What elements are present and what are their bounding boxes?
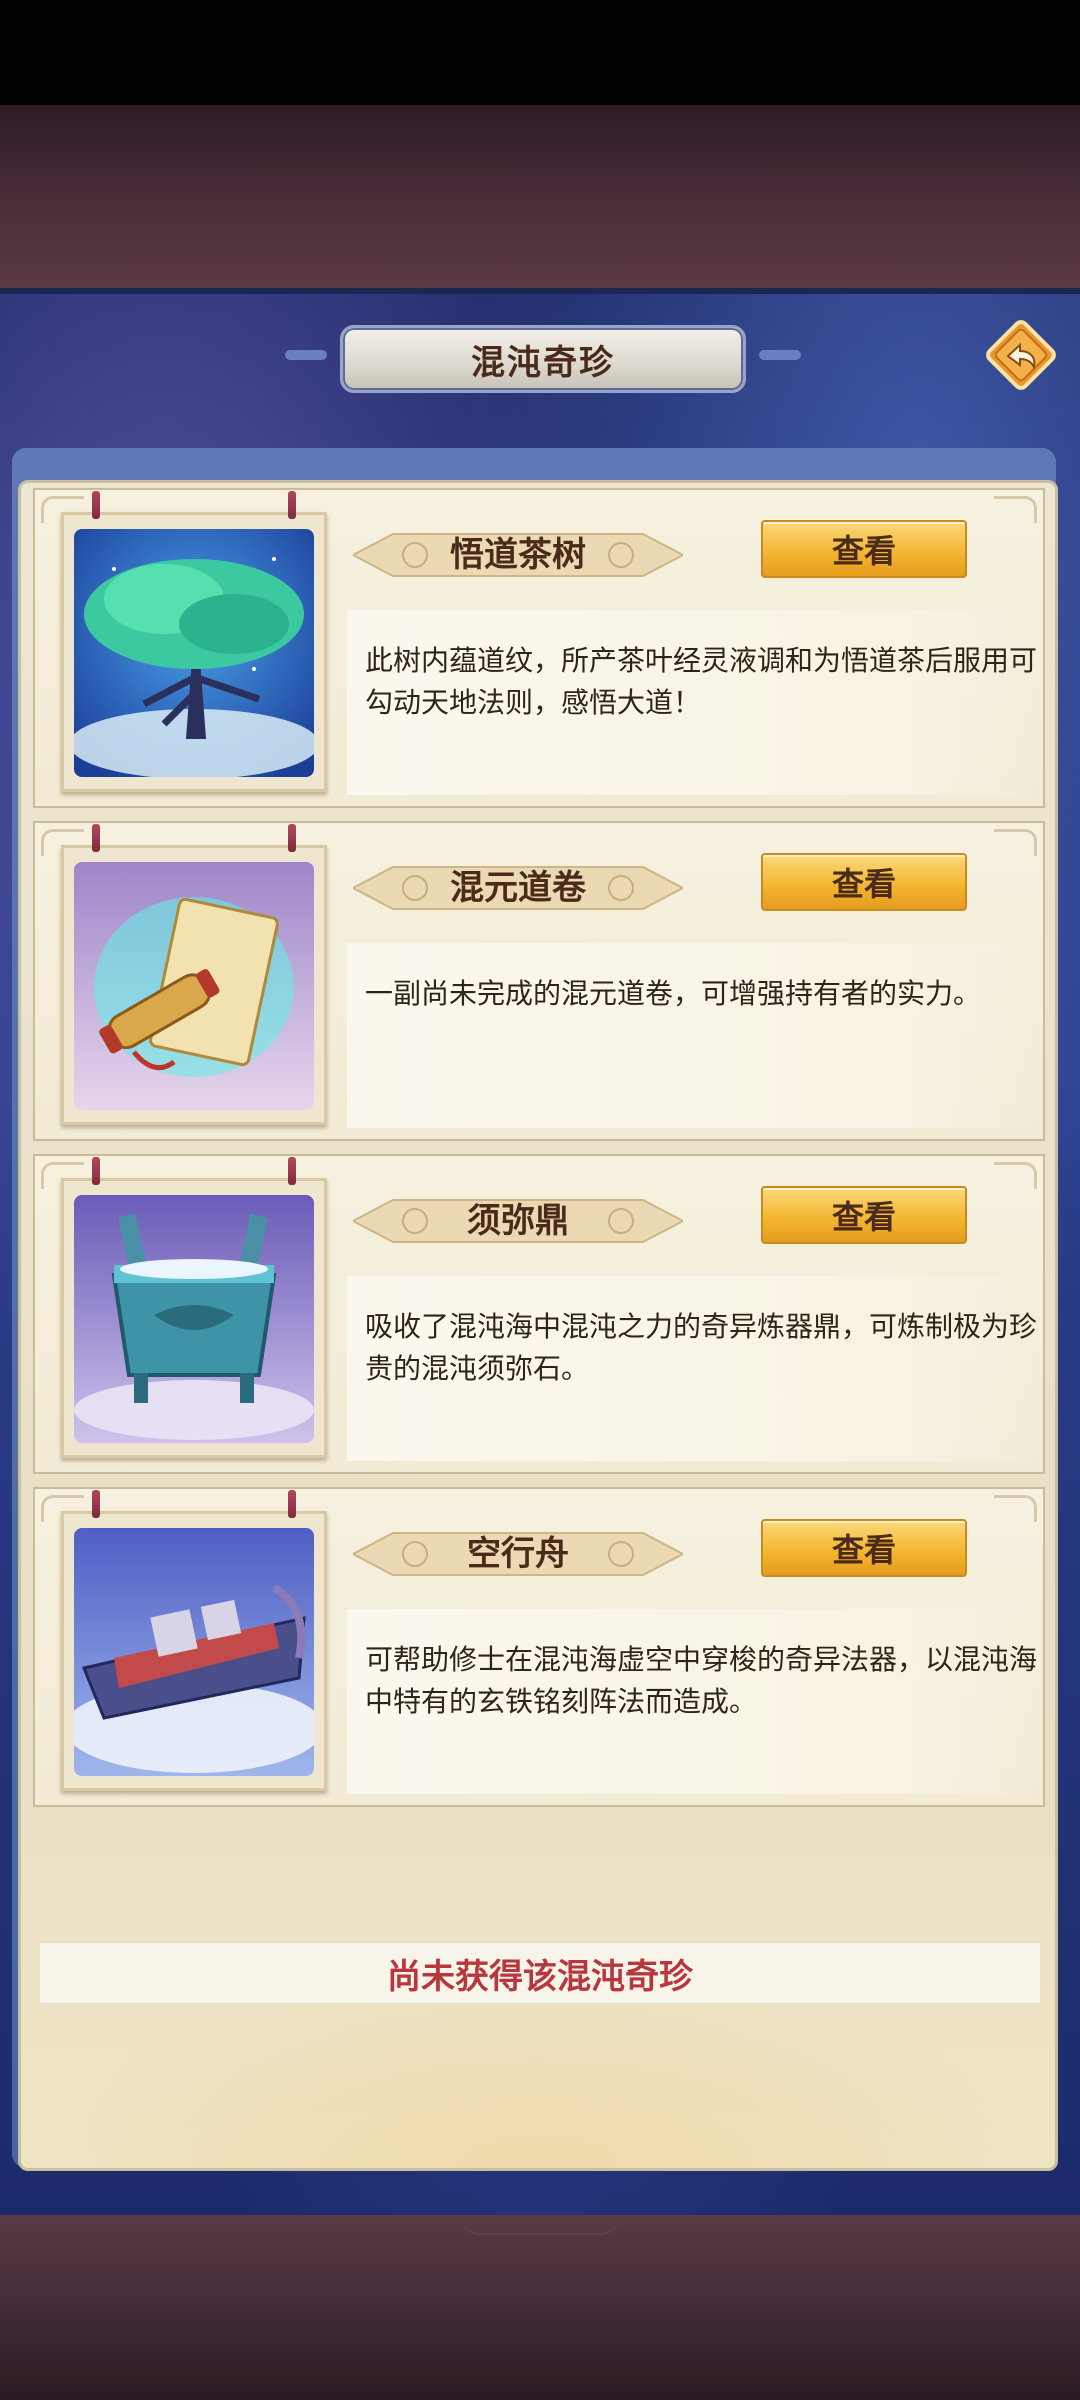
status-bar-area [0, 0, 1080, 105]
treasure-card-4: 空行舟 查看 可帮助修士在混沌海虚空中穿梭的奇异法器，以混沌海中特有的玄铁铭刻阵… [33, 1487, 1045, 1807]
treasure-name: 须弥鼎 [467, 1201, 569, 1241]
treasure-description: 此树内蕴道纹，所产茶叶经灵液调和为悟道茶后服用可勾动天地法则，感悟大道！ [365, 644, 1038, 719]
treasure-description: 吸收了混沌海中混沌之力的奇异炼器鼎，可炼制极为珍贵的混沌须弥石。 [365, 1310, 1038, 1385]
frame-pin [288, 824, 296, 852]
treasure-name: 混元道卷 [450, 868, 586, 908]
card-corner-ornament [994, 1495, 1037, 1522]
treasure-card-3: 须弥鼎 查看 吸收了混沌海中混沌之力的奇异炼器鼎，可炼制极为珍贵的混沌须弥石。 [33, 1154, 1045, 1474]
frame-pin [92, 1157, 100, 1185]
treasure-name: 悟道茶树 [450, 535, 586, 575]
treasure-card-2: 混元道卷 查看 一副尚未完成的混元道卷，可增强持有者的实力。 [33, 821, 1045, 1141]
treasure-name: 空行舟 [467, 1534, 569, 1574]
card-corner-ornament [994, 829, 1037, 856]
frame-pin [92, 1490, 100, 1518]
cauldron-image [74, 1195, 314, 1443]
not-obtained-notice: 尚未获得该混沌奇珍 [40, 1942, 1040, 2004]
stage-top-edge [0, 288, 1080, 294]
treasure-image-frame [61, 1157, 327, 1458]
card-corner-ornament [994, 1162, 1037, 1189]
frame-pin [288, 1490, 296, 1518]
treasure-card-1: 悟道茶树 查看 此树内蕴道纹，所产茶叶经灵液调和为悟道茶后服用可勾动天地法则，感… [33, 488, 1045, 808]
frame-pin [92, 491, 100, 519]
flying-boat-image [74, 1528, 314, 1776]
view-button[interactable]: 查看 [761, 853, 967, 911]
tea-tree-image [74, 529, 314, 777]
description-box [347, 943, 1041, 1128]
treasure-image-frame [61, 824, 327, 1125]
treasure-image-frame [61, 1490, 327, 1791]
title-plaque: 混沌奇珍 [285, 325, 801, 393]
scroll-image [74, 862, 314, 1110]
frame-pin [288, 1157, 296, 1185]
view-button[interactable]: 查看 [761, 1186, 967, 1244]
treasure-description: 可帮助修士在混沌海虚空中穿梭的奇异法器，以混沌海中特有的玄铁铭刻阵法而造成。 [365, 1643, 1038, 1718]
bottom-backdrop [0, 2215, 1080, 2400]
frame-pin [288, 491, 296, 519]
back-arrow-icon [986, 320, 1056, 390]
page-title: 混沌奇珍 [471, 342, 615, 383]
back-button[interactable] [978, 312, 1064, 398]
view-button[interactable]: 查看 [761, 1519, 967, 1577]
frame-pin [92, 824, 100, 852]
top-backdrop [0, 105, 1080, 290]
treasure-description: 一副尚未完成的混元道卷，可增强持有者的实力。 [365, 977, 982, 1010]
treasure-image-frame [61, 491, 327, 792]
bottom-ornament [460, 2215, 620, 2235]
card-corner-ornament [994, 496, 1037, 523]
title-wing-left [285, 350, 327, 360]
title-wing-right [759, 350, 801, 360]
view-button[interactable]: 查看 [761, 520, 967, 578]
